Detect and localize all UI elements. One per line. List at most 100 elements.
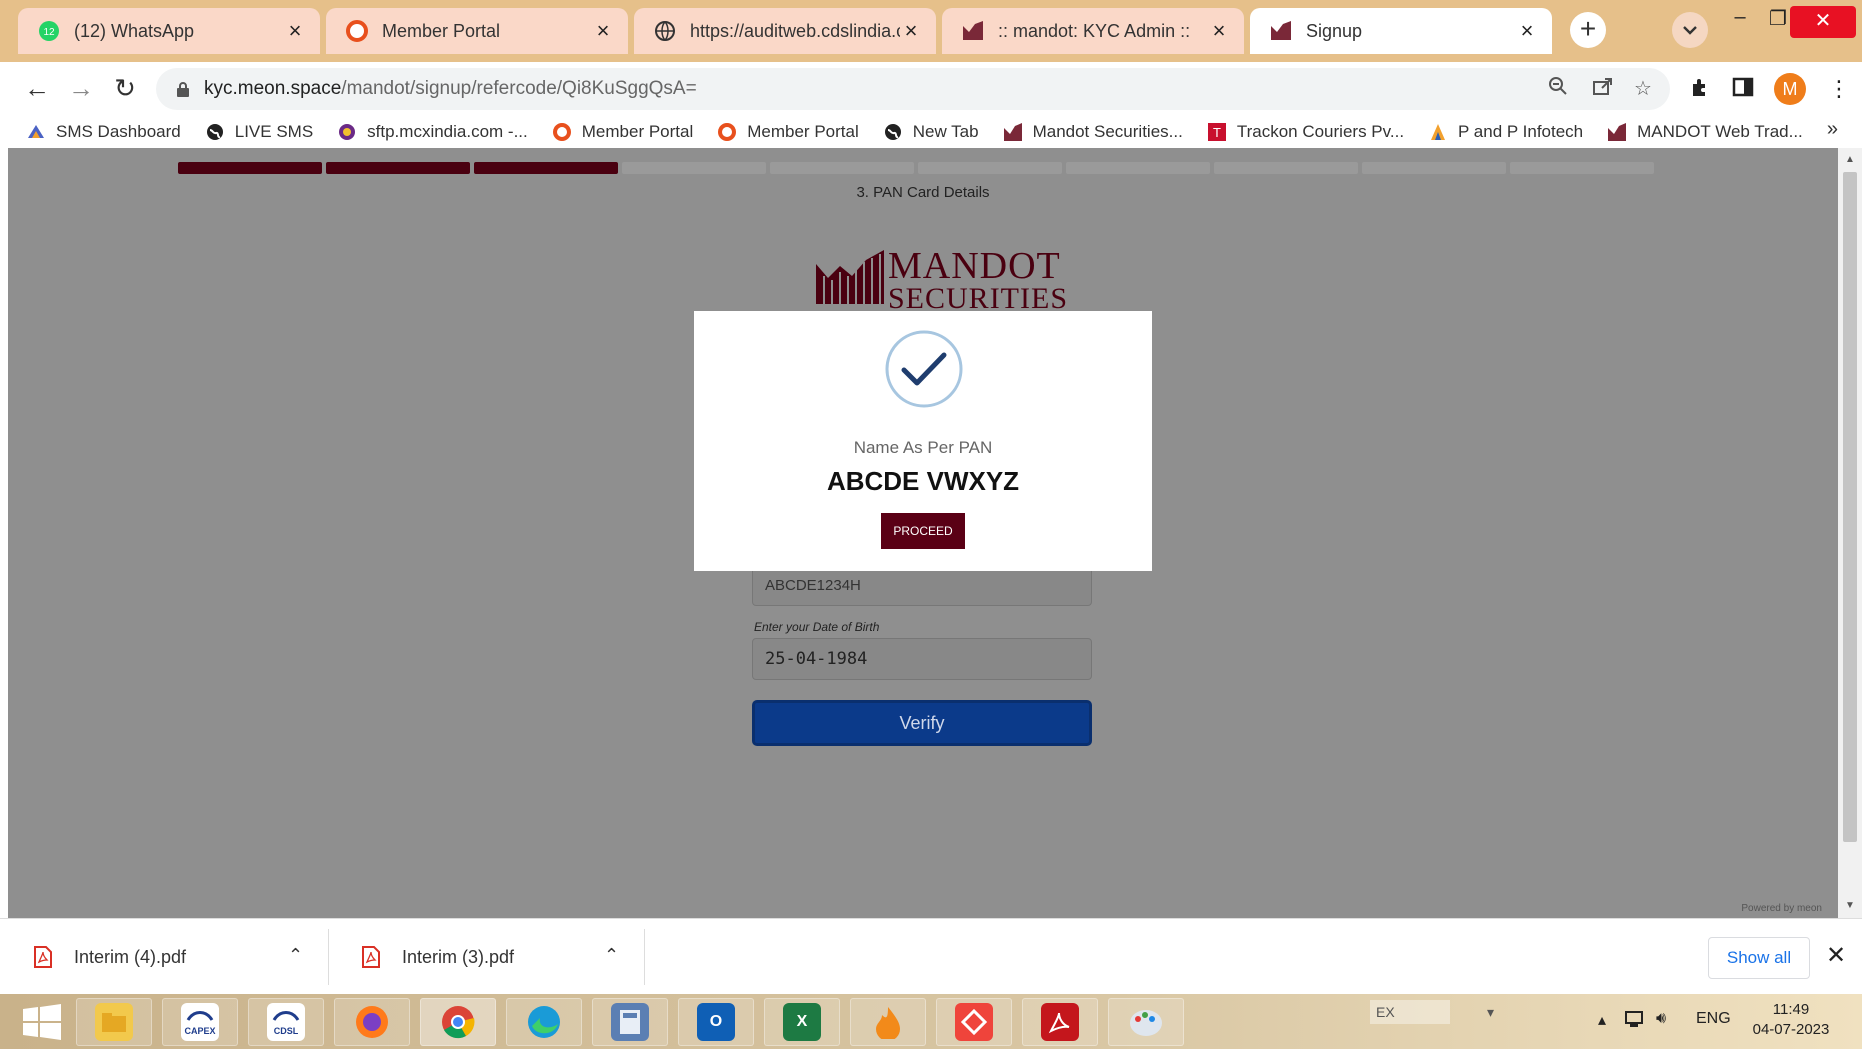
pp-infotech-icon bbox=[1428, 122, 1448, 142]
back-button[interactable]: ← bbox=[22, 74, 52, 104]
share-icon[interactable] bbox=[1592, 76, 1614, 102]
dob-input[interactable]: 25-04-1984 bbox=[752, 638, 1092, 680]
extensions-icon[interactable] bbox=[1690, 76, 1712, 104]
forward-button[interactable]: → bbox=[66, 74, 96, 104]
taskbar-anydesk[interactable] bbox=[936, 998, 1012, 1046]
progress-step-pending bbox=[1214, 162, 1358, 174]
url-host: kyc.meon.space bbox=[204, 78, 342, 99]
bookmark-p-and-p[interactable]: P and P Infotech bbox=[1428, 122, 1583, 142]
taskbar-paint[interactable] bbox=[1108, 998, 1184, 1046]
taskbar-capex[interactable]: CAPEX bbox=[162, 998, 238, 1046]
tab-auditweb[interactable]: https://auditweb.cdslindia.com × bbox=[634, 8, 936, 54]
page-scrollbar[interactable]: ▲ ▼ bbox=[1838, 148, 1862, 918]
network-icon[interactable] bbox=[1624, 1010, 1646, 1035]
close-icon[interactable]: × bbox=[592, 18, 614, 44]
svg-text:T: T bbox=[1213, 125, 1221, 140]
new-tab-button[interactable]: + bbox=[1570, 12, 1606, 48]
bookmark-label: SMS Dashboard bbox=[56, 122, 181, 141]
taskbar-cdsl[interactable]: CDSL bbox=[248, 998, 324, 1046]
reload-button[interactable]: ↻ bbox=[110, 74, 140, 104]
browser-toolbar: ← → ↻ kyc.meon.space/mandot/signup/refer… bbox=[0, 62, 1862, 116]
tab-title: :: mandot: KYC Admin :: bbox=[998, 20, 1191, 41]
whatsapp-icon: 12 bbox=[38, 20, 60, 42]
calculator-icon bbox=[611, 1003, 649, 1041]
mandot-logo-mark bbox=[816, 250, 884, 304]
progress-step-pending bbox=[770, 162, 914, 174]
bookmarks-bar: SMS Dashboard LIVE SMS sftp.mcxindia.com… bbox=[0, 116, 1862, 148]
download-item[interactable]: Interim (4).pdf ⌃ bbox=[0, 919, 328, 995]
taskbar-acrobat[interactable] bbox=[1022, 998, 1098, 1046]
taskbar-chrome[interactable] bbox=[420, 998, 496, 1046]
show-all-downloads-button[interactable]: Show all bbox=[1708, 937, 1810, 979]
bookmark-new-tab[interactable]: New Tab bbox=[883, 122, 979, 142]
close-icon[interactable]: × bbox=[1208, 18, 1230, 44]
pan-holder-name: ABCDE VWXYZ bbox=[826, 466, 1020, 496]
shelf-divider bbox=[644, 929, 645, 985]
language-indicator[interactable]: ENG bbox=[1696, 1010, 1731, 1028]
taskbar-file-explorer[interactable] bbox=[76, 998, 152, 1046]
chevron-down-icon[interactable]: ▾ bbox=[1487, 1000, 1494, 1024]
progress-step-complete bbox=[474, 162, 618, 174]
tab-kyc-admin[interactable]: :: mandot: KYC Admin :: × bbox=[942, 8, 1244, 54]
bookmark-label: Mandot Securities... bbox=[1032, 122, 1183, 141]
taskbar-edge[interactable] bbox=[506, 998, 582, 1046]
svg-text:12: 12 bbox=[43, 27, 55, 38]
bookmark-sftp-mcx[interactable]: sftp.mcxindia.com -... bbox=[337, 122, 528, 142]
bookmark-star-icon[interactable]: ☆ bbox=[1634, 76, 1652, 101]
close-icon[interactable]: × bbox=[1516, 18, 1538, 44]
tab-whatsapp[interactable]: 12 (12) WhatsApp × bbox=[18, 8, 320, 54]
chevron-up-icon[interactable]: ⌃ bbox=[604, 945, 619, 966]
taskbar-excel[interactable]: X bbox=[764, 998, 840, 1046]
progress-step-pending bbox=[1066, 162, 1210, 174]
proceed-button[interactable]: PROCEED bbox=[881, 513, 965, 549]
taskbar-clock[interactable]: 11:49 04-07-2023 bbox=[1736, 1000, 1846, 1040]
bookmark-live-sms[interactable]: LIVE SMS bbox=[205, 122, 313, 142]
side-panel-icon[interactable] bbox=[1732, 76, 1754, 104]
menu-kebab-icon[interactable]: ⋮ bbox=[1828, 76, 1850, 102]
taskbar-firefox[interactable] bbox=[334, 998, 410, 1046]
taskbar-calculator[interactable] bbox=[592, 998, 668, 1046]
bookmark-mandot-web-trade[interactable]: MANDOT Web Trad... bbox=[1607, 122, 1803, 142]
bookmarks-overflow-button[interactable]: » bbox=[1827, 118, 1838, 141]
minimize-button[interactable]: – bbox=[1720, 6, 1760, 29]
address-bar[interactable]: kyc.meon.space/mandot/signup/refercode/Q… bbox=[156, 68, 1670, 110]
verify-button[interactable]: Verify bbox=[752, 700, 1092, 746]
bookmark-sms-dashboard[interactable]: SMS Dashboard bbox=[26, 122, 181, 142]
clock-time: 11:49 bbox=[1772, 1001, 1810, 1018]
taskbar-app-flame[interactable] bbox=[850, 998, 926, 1046]
zoom-icon[interactable] bbox=[1548, 76, 1568, 102]
folder-icon bbox=[95, 1003, 133, 1041]
close-shelf-icon[interactable]: ✕ bbox=[1826, 941, 1846, 970]
scroll-up-arrow-icon[interactable]: ▲ bbox=[1838, 150, 1862, 170]
bookmark-mandot-securities[interactable]: Mandot Securities... bbox=[1003, 122, 1183, 142]
cdsl-icon: CDSL bbox=[267, 1003, 305, 1041]
tab-member-portal[interactable]: Member Portal × bbox=[326, 8, 628, 54]
windows-taskbar: CAPEX CDSL O X EX ▾ ▴ 🔊︎ ENG 11:49 04-07-… bbox=[0, 994, 1862, 1049]
tab-signup[interactable]: Signup × bbox=[1250, 8, 1552, 54]
tab-search-button[interactable] bbox=[1672, 12, 1708, 48]
chevron-up-icon[interactable]: ⌃ bbox=[288, 945, 303, 966]
taskbar-outlook[interactable]: O bbox=[678, 998, 754, 1046]
close-icon[interactable]: × bbox=[284, 18, 306, 44]
edge-icon bbox=[525, 1003, 563, 1041]
bookmark-member-portal-1[interactable]: Member Portal bbox=[552, 122, 693, 142]
excel-icon: X bbox=[783, 1003, 821, 1041]
volume-icon[interactable]: 🔊︎ bbox=[1656, 1010, 1666, 1028]
close-icon[interactable]: × bbox=[900, 18, 922, 44]
tab-title: https://auditweb.cdslindia.com bbox=[690, 20, 900, 41]
tray-overflow-icon[interactable]: ▴ bbox=[1598, 1010, 1606, 1030]
windows-start-icon[interactable] bbox=[22, 1004, 62, 1045]
window-close-button[interactable]: ✕ bbox=[1790, 6, 1856, 38]
download-item[interactable]: Interim (3).pdf ⌃ bbox=[328, 919, 644, 995]
paint-icon bbox=[1127, 1003, 1165, 1041]
scroll-down-arrow-icon[interactable]: ▼ bbox=[1838, 896, 1862, 916]
taskbar-ex-field[interactable]: EX ▾ bbox=[1370, 1000, 1494, 1024]
trackon-icon: T bbox=[1207, 122, 1227, 142]
bookmark-member-portal-2[interactable]: Member Portal bbox=[717, 122, 859, 142]
scroll-thumb[interactable] bbox=[1843, 172, 1857, 842]
bookmark-label: Member Portal bbox=[581, 122, 694, 141]
bookmark-label: Member Portal bbox=[747, 122, 859, 141]
profile-avatar[interactable]: M bbox=[1774, 73, 1806, 105]
tab-title: Signup bbox=[1306, 20, 1363, 41]
bookmark-trackon[interactable]: T Trackon Couriers Pv... bbox=[1207, 122, 1404, 142]
